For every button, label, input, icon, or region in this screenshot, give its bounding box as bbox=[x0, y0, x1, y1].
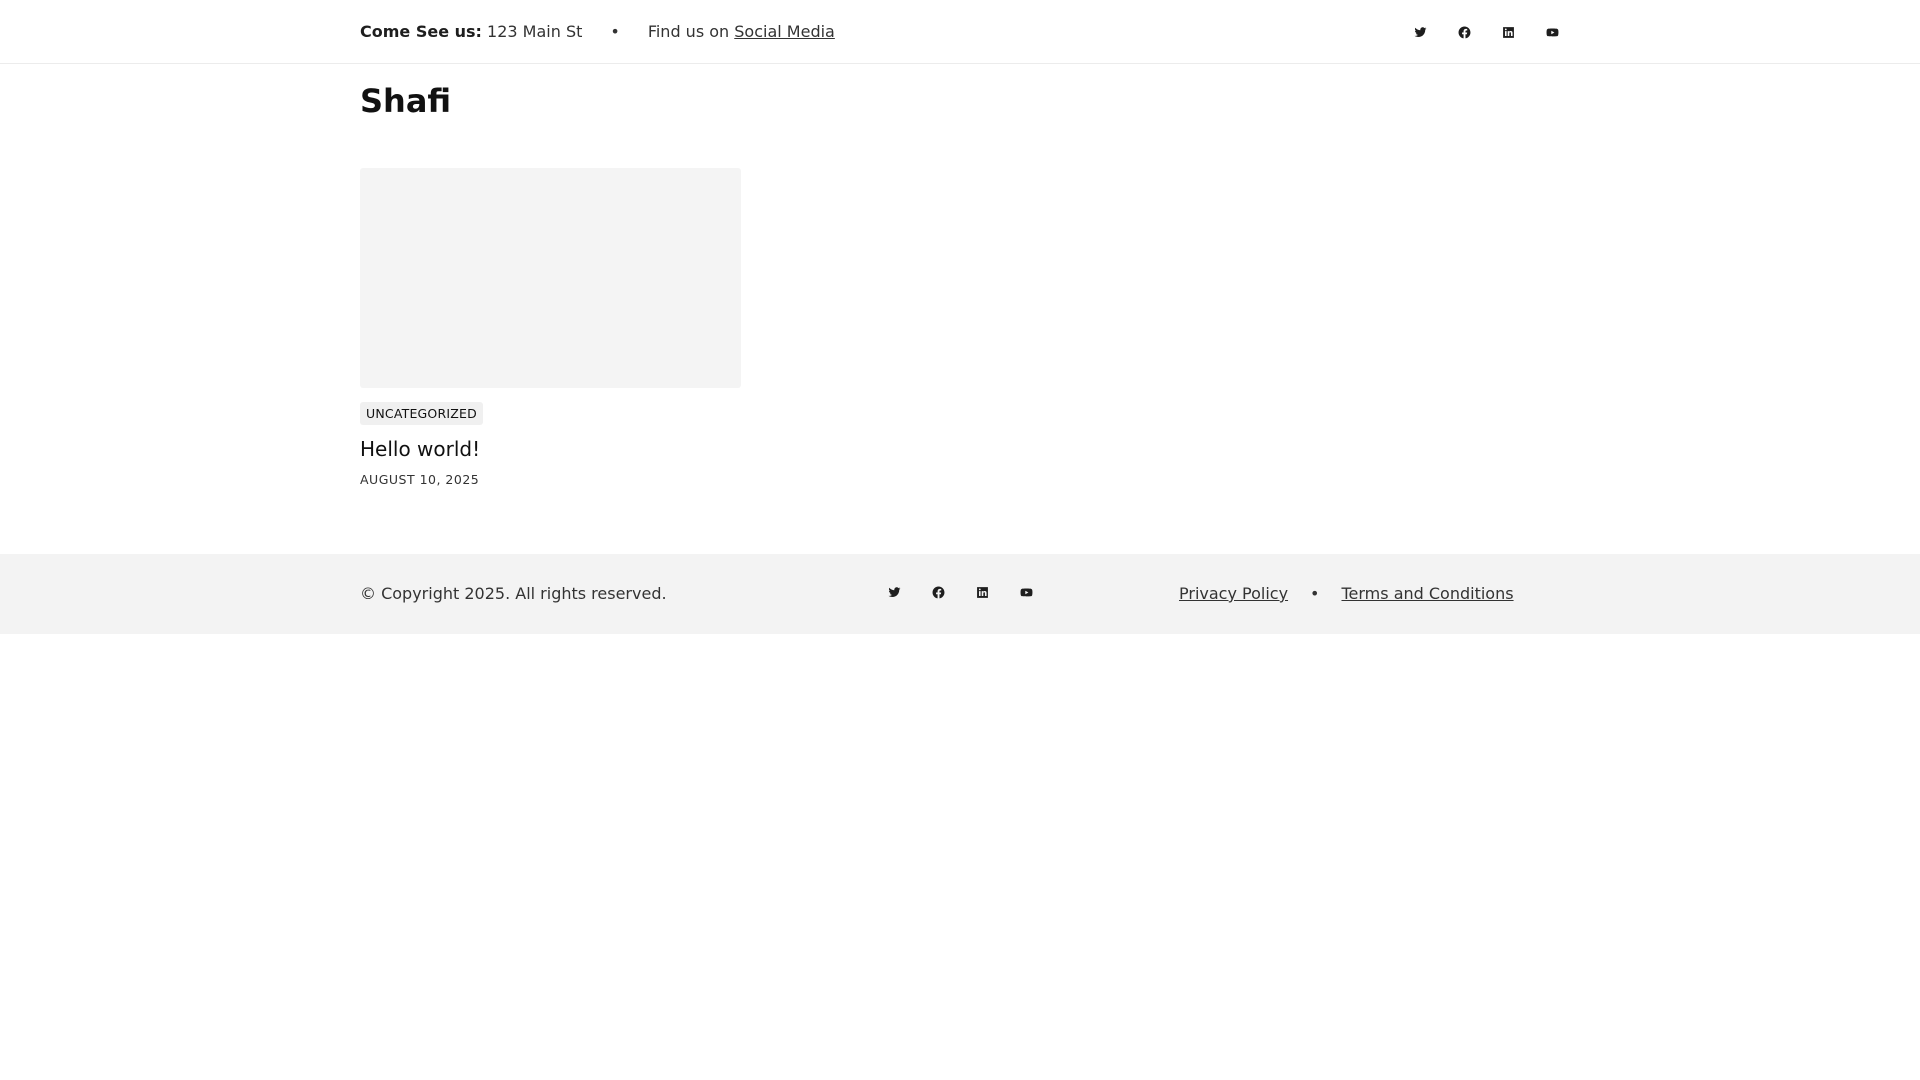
top-social-icons bbox=[1398, 20, 1574, 44]
twitter-icon[interactable] bbox=[872, 580, 916, 604]
top-bar-info: Come See us: 123 Main St • Find us on So… bbox=[360, 22, 835, 41]
linkedin-icon[interactable] bbox=[1486, 20, 1530, 44]
post-card: UNCATEGORIZED Hello world! AUGUST 10, 20… bbox=[360, 168, 741, 487]
footer: © Copyright 2025. All rights reserved. P… bbox=[0, 554, 1920, 634]
facebook-icon[interactable] bbox=[916, 580, 960, 604]
privacy-policy-link[interactable]: Privacy Policy bbox=[1179, 584, 1288, 603]
social-media-link[interactable]: Social Media bbox=[734, 22, 835, 41]
page-title: Shafi bbox=[360, 82, 452, 120]
copyright-text: © Copyright 2025. All rights reserved. bbox=[360, 584, 667, 603]
top-bar: Come See us: 123 Main St • Find us on So… bbox=[0, 0, 1920, 64]
address-value: 123 Main St bbox=[487, 22, 583, 41]
footer-links: Privacy Policy • Terms and Conditions bbox=[1179, 584, 1514, 603]
post-thumbnail[interactable] bbox=[360, 168, 741, 388]
youtube-icon[interactable] bbox=[1004, 580, 1048, 604]
terms-link[interactable]: Terms and Conditions bbox=[1341, 584, 1513, 603]
footer-social-icons bbox=[872, 580, 1048, 604]
separator-dot: • bbox=[610, 22, 620, 41]
address-label: Come See us: bbox=[360, 22, 482, 41]
post-date: AUGUST 10, 2025 bbox=[360, 472, 480, 487]
post-category-badge[interactable]: UNCATEGORIZED bbox=[360, 402, 483, 425]
linkedin-icon[interactable] bbox=[960, 580, 1004, 604]
facebook-icon[interactable] bbox=[1442, 20, 1486, 44]
post-title-link[interactable]: Hello world! bbox=[360, 437, 741, 461]
find-us-text: Find us on bbox=[647, 22, 730, 41]
youtube-icon[interactable] bbox=[1530, 20, 1574, 44]
separator-dot: • bbox=[1310, 584, 1320, 603]
twitter-icon[interactable] bbox=[1398, 20, 1442, 44]
